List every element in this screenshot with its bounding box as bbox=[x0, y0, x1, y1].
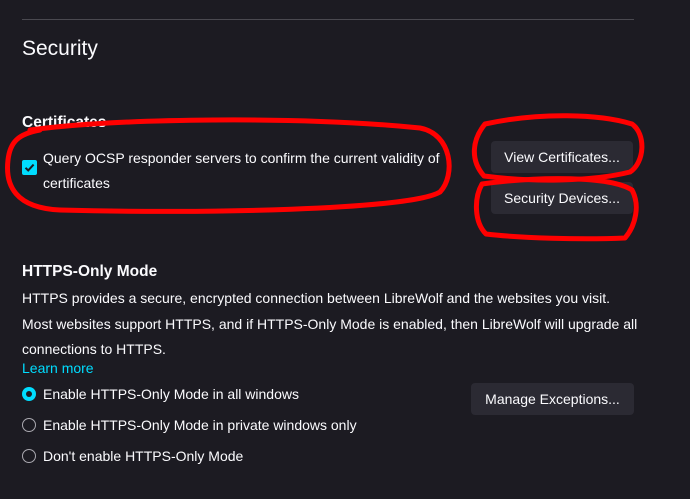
section-divider bbox=[22, 19, 634, 20]
learn-more-link[interactable]: Learn more bbox=[22, 360, 94, 376]
ocsp-label[interactable]: Query OCSP responder servers to confirm … bbox=[43, 146, 443, 196]
https-only-description: HTTPS provides a secure, encrypted conne… bbox=[22, 290, 638, 357]
view-certificates-button[interactable]: View Certificates... bbox=[491, 141, 633, 173]
certificates-heading: Certificates bbox=[22, 114, 107, 131]
radio-label[interactable]: Enable HTTPS-Only Mode in all windows bbox=[43, 386, 299, 402]
radio-button[interactable] bbox=[22, 387, 36, 401]
radio-label[interactable]: Don't enable HTTPS-Only Mode bbox=[43, 448, 243, 464]
radio-label[interactable]: Enable HTTPS-Only Mode in private window… bbox=[43, 417, 357, 433]
https-only-heading: HTTPS-Only Mode bbox=[22, 263, 158, 280]
section-title: Security bbox=[22, 37, 98, 60]
ocsp-checkbox[interactable] bbox=[22, 160, 37, 175]
radio-button[interactable] bbox=[22, 418, 36, 432]
manage-exceptions-button[interactable]: Manage Exceptions... bbox=[471, 383, 634, 415]
radio-button[interactable] bbox=[22, 449, 36, 463]
checkmark-icon bbox=[24, 163, 35, 172]
security-devices-button[interactable]: Security Devices... bbox=[491, 182, 633, 214]
